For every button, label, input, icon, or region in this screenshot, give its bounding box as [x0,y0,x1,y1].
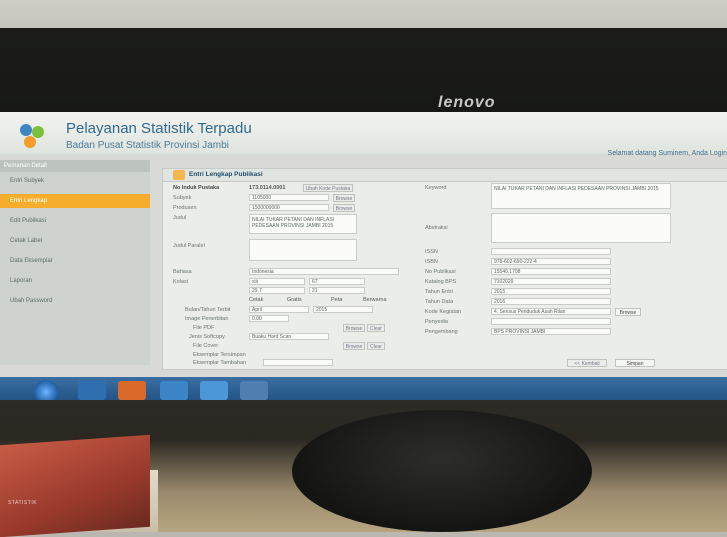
judul-field[interactable]: NILAI TUKAR PETANI DAN INFLASI PEDESAAN … [249,214,357,234]
judul-label: Judul [173,215,187,221]
edit-icon [173,170,185,180]
subyek-browse-button[interactable]: Browse [333,194,355,202]
tahun-entri-field[interactable]: 2015 [491,288,611,295]
app-header: Pelayanan Statistik Terpadu Badan Pusat … [0,112,727,157]
pdf-clear-button[interactable]: Clear [367,324,385,332]
penyedia-field[interactable] [491,318,611,325]
abstraksi-field[interactable] [491,213,671,243]
panel-title: Entri Lengkap Publikasi [189,171,263,178]
produsen-label: Produsen [173,205,197,211]
kode-kegiatan-label: Kode Kegiatan [425,309,462,315]
isbn-label: ISBN [425,259,438,265]
sidebar-title: Pemanan Detail [0,160,150,172]
tahun-data-label: Tahun Data [425,299,454,305]
no-induk-value: 173.0114.0001 [249,185,286,191]
sidebar-item-edit-publikasi[interactable]: Edit Publikasi [0,214,150,228]
folder-icon[interactable] [78,381,106,400]
kolasi-field-c[interactable]: 29.7 [249,287,305,294]
office-icon[interactable] [160,381,188,400]
pdf-browse-button[interactable]: Browse [343,324,365,332]
produsen-field[interactable]: 1500000000 [249,204,329,211]
paint-icon[interactable] [200,381,228,400]
entri-panel: Entri Lengkap Publikasi No Induk Pustaka… [162,168,727,370]
checkbox-peta[interactable]: Peta [331,297,342,303]
app-title: Pelayanan Statistik Terpadu [66,120,252,137]
jenis-softcopy-label: Jenis Softcopy [189,334,225,340]
ubah-kode-button[interactable]: Ubah Kode Pustaka [303,184,353,192]
sidebar: Pemanan Detail Entri Subyek Entri Lengka… [0,160,150,365]
kode-browse-button[interactable]: Browse [615,308,641,316]
monitor-stand [292,410,592,532]
kode-kegiatan-field[interactable]: 4. Sensus Penduduk Asah Rilan [491,308,611,315]
book-label: STATISTIK [8,500,38,506]
penyedia-label: Penyedia [425,319,448,325]
keyword-label: Keyword [425,185,447,191]
cover-clear-button[interactable]: Clear [367,342,385,350]
katalog-label: Katalog BPS [425,279,457,285]
sidebar-item-cetak-label[interactable]: Cetak Label [0,234,150,248]
media-icon[interactable] [118,381,146,400]
screen: Pelayanan Statistik Terpadu Badan Pusat … [0,112,727,406]
no-publikasi-label: No Publikasi [425,269,456,275]
file-pdf-label: File PDF [193,325,215,331]
panel-header: Entri Lengkap Publikasi [163,169,727,182]
bahasa-label: Bahasa [173,269,192,275]
kembali-button[interactable]: << Kembali [567,359,607,367]
abstraksi-label: Abstraksi [425,225,448,231]
issn-field[interactable] [491,248,611,255]
welcome-text: Selamat datang Suminem, Anda Login [607,150,727,157]
cover-browse-button[interactable]: Browse [343,342,365,350]
app-subtitle: Badan Pusat Statistik Provinsi Jambi [66,140,229,151]
issn-label: ISSN [425,249,438,255]
tahun-select[interactable]: 2015 [313,306,373,313]
file-cover-label: File Cover [193,343,219,349]
sidebar-item-laporan[interactable]: Laporan [0,274,150,288]
kolasi-label: Kolasi [173,279,188,285]
jenis-softcopy-select[interactable]: Buaku Hard Scan [249,333,329,340]
sidebar-item-data-eksemplar[interactable]: Data Eksemplar [0,254,150,268]
kolasi-field-b[interactable]: 67 [309,278,365,285]
bulan-select[interactable]: April [249,306,309,313]
no-publikasi-field[interactable]: 15540.1708 [491,268,611,275]
eksemplar-tambahan-label: Eksemplar Tambahan [193,360,247,366]
sidebar-item-entri-subyek[interactable]: Entri Subyek [0,174,150,188]
kolasi-field-d[interactable]: 21 [309,287,365,294]
produsen-browse-button[interactable]: Browse [333,204,355,212]
no-induk-label: No Induk Pustaka [173,185,220,191]
monitor-brand: lenovo [438,94,496,111]
eksemplar-tersimpan-label: Eksemplar Tersimpan [193,352,246,358]
judul-paralel-field[interactable] [249,239,357,261]
pengembang-field[interactable]: BPS PROVINSI JAMBI [491,328,611,335]
bulan-tahun-label: Bulan/Tahun Terbit [185,307,231,313]
image-label: Image Penerbitan [185,316,229,322]
judul-paralel-label: Judul Paralel [173,243,205,249]
checkbox-berwarna[interactable]: Berwarna [363,297,387,303]
katalog-field[interactable]: 7102029 [491,278,611,285]
keyword-field[interactable]: NILAI TUKAR PETANI DAN INFLASI PEDESAAN … [491,183,671,209]
image-field[interactable]: 0.00 [249,315,289,322]
charts-icon[interactable] [240,381,268,400]
tahun-data-field[interactable]: 2016 [491,298,611,305]
bps-logo-icon [20,124,44,148]
checkbox-cetak[interactable]: Cetak [249,297,263,303]
bahasa-select[interactable]: Indonesia [249,268,399,275]
pengembang-label: Pengembang [425,329,458,335]
subyek-field[interactable]: 1105000 [249,194,329,201]
eksemplar-tambahan-field[interactable] [263,359,333,366]
checkbox-gratis[interactable]: Gratis [287,297,302,303]
tahun-entri-label: Tahun Entri [425,289,453,295]
sidebar-item-entri-lengkap[interactable]: Entri Lengkap [0,194,150,208]
kolasi-field-a[interactable]: xiii [249,278,305,285]
subyek-label: Subyek [173,195,192,201]
book [0,434,150,537]
sidebar-item-ubah-password[interactable]: Ubah Password [0,294,150,308]
isbn-field[interactable]: 978-602-690-222-4 [491,258,611,265]
simpan-button[interactable]: Simpan [615,359,655,367]
